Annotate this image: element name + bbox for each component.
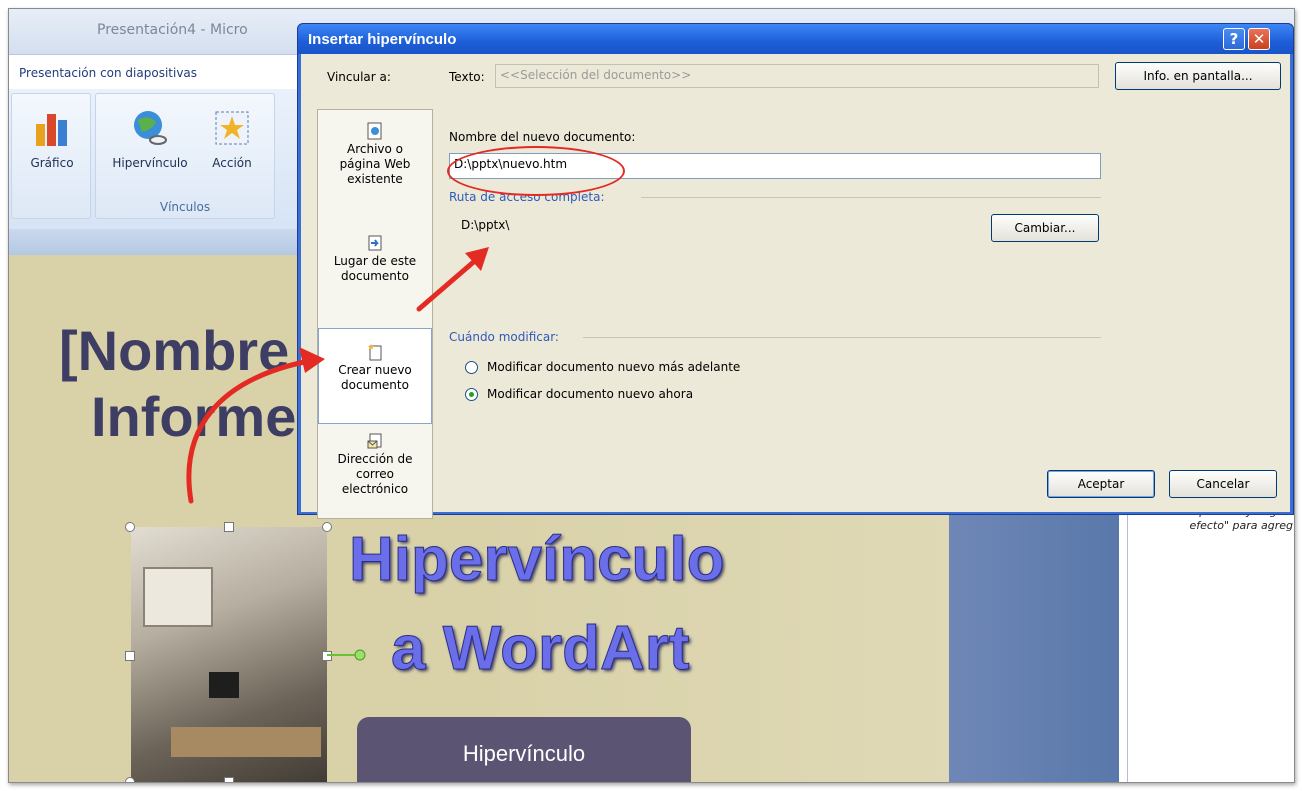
screenshot-frame: Presentación4 - Micro Presentación con d… [8, 8, 1295, 783]
arrow-to-create-new-icon [186, 358, 312, 504]
arrowhead-1-icon [299, 347, 325, 373]
arrow-to-full-path-icon [416, 256, 480, 312]
annotation-arrows [186, 247, 489, 504]
